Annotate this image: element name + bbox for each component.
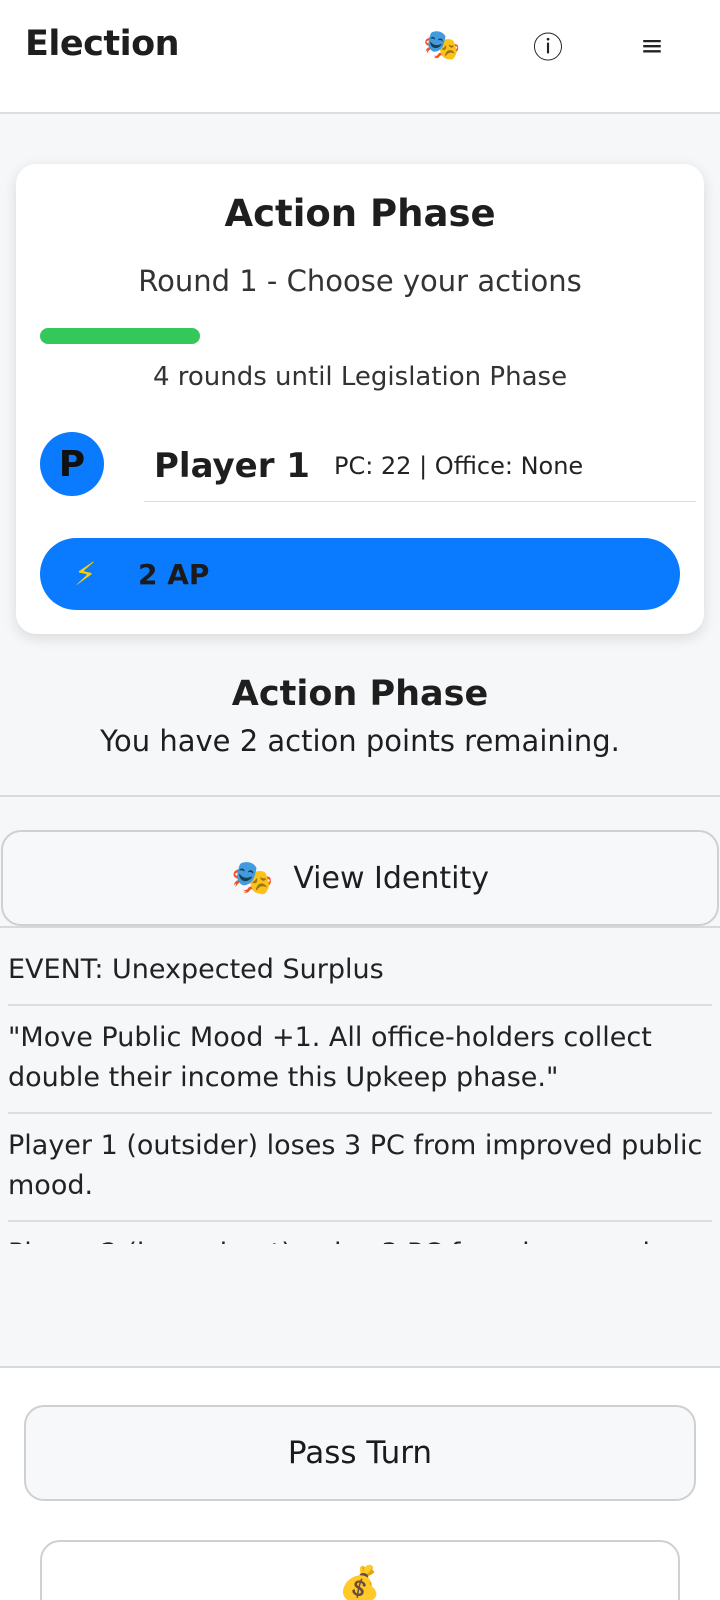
fundraise-action-card[interactable]: 💰 xyxy=(40,1540,680,1600)
log-entry: Player 2 (incumbent) gains 3 PC from imp… xyxy=(8,1222,712,1244)
divider xyxy=(0,926,720,928)
identity-mask-icon[interactable]: 🎭 xyxy=(417,22,467,68)
view-identity-label: View Identity xyxy=(293,860,490,896)
log-entry: "Move Public Mood +1. All office-holders… xyxy=(8,1006,712,1114)
money-bag-icon: 💰 xyxy=(338,1564,382,1600)
action-points-remaining-text: You have 2 action points remaining. xyxy=(100,724,620,758)
log-entry: Player 1 (outsider) loses 3 PC from impr… xyxy=(8,1114,712,1222)
action-points-label: 2 AP xyxy=(138,557,210,591)
pass-turn-button[interactable]: Pass Turn xyxy=(24,1405,696,1501)
action-points-button[interactable]: ⚡ 2 AP xyxy=(40,538,680,610)
lightning-icon: ⚡ xyxy=(74,555,97,593)
app-title: Election xyxy=(25,24,180,64)
info-icon[interactable]: ⓘ xyxy=(523,22,573,68)
phase-title: Action Phase xyxy=(224,192,496,235)
divider xyxy=(0,795,720,797)
player-stats: PC: 22 | Office: None xyxy=(333,451,584,480)
phase-card: Action Phase Round 1 - Choose your actio… xyxy=(16,164,704,634)
action-panel: Pass Turn 💰 xyxy=(0,1368,720,1600)
player-name: Player 1 xyxy=(154,445,310,486)
event-log[interactable]: EVENT: Unexpected Surplus "Move Public M… xyxy=(8,938,712,1244)
view-identity-button[interactable]: 🎭 View Identity xyxy=(1,830,719,926)
menu-icon[interactable]: ≡ xyxy=(627,22,677,68)
round-subtitle: Round 1 - Choose your actions xyxy=(138,264,582,298)
phase-progress-bar xyxy=(40,328,680,344)
action-phase-heading: Action Phase xyxy=(231,674,489,714)
player-info-row: Player 1 PC: 22 | Office: None xyxy=(144,430,696,502)
rounds-remaining-text: 4 rounds until Legislation Phase xyxy=(152,362,568,392)
identity-mask-icon: 🎭 xyxy=(230,858,274,898)
log-entry: EVENT: Unexpected Surplus xyxy=(8,938,712,1006)
avatar: P xyxy=(40,432,104,496)
app-header: Election 🎭 ⓘ ≡ xyxy=(0,0,720,114)
phase-progress-fill xyxy=(40,328,200,344)
